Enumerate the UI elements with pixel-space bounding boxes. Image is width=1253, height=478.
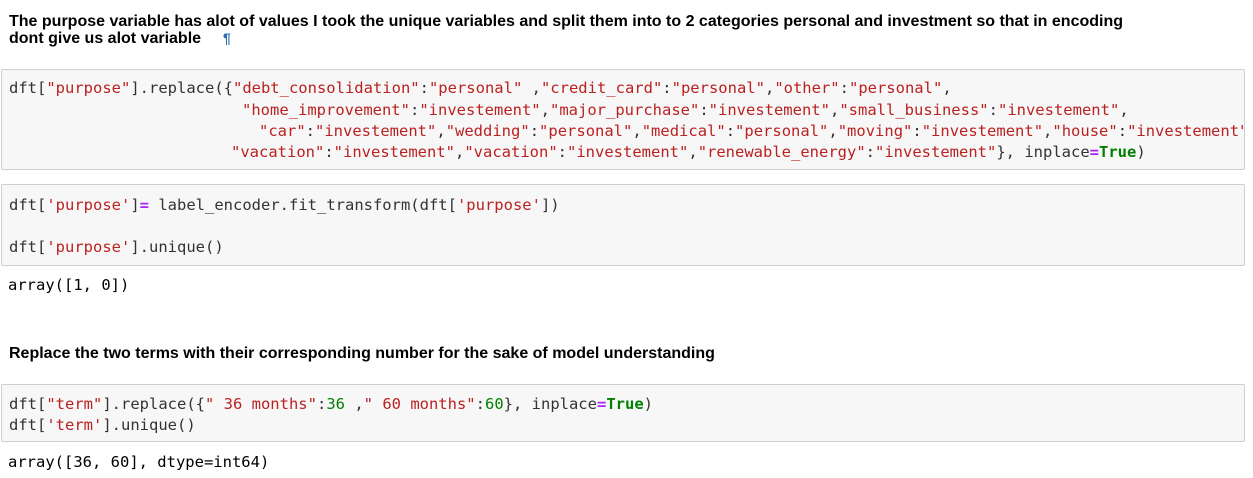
code-line-2: dft['purpose'].unique() — [9, 238, 224, 256]
anchor-link-icon[interactable]: ¶ — [223, 30, 231, 46]
code-line-2: "home_improvement":"investement","major_… — [242, 101, 1129, 119]
markdown-text-replace-terms: Replace the two terms with their corresp… — [9, 345, 715, 362]
cell-output-2: array([36, 60], dtype=int64) — [8, 453, 270, 471]
cell-output-1: array([1, 0]) — [8, 276, 130, 294]
code-cell-term-replace[interactable]: dft["term"].replace({" 36 months":36 ," … — [1, 384, 1245, 442]
code-cell-label-encoder[interactable]: dft['purpose']= label_encoder.fit_transf… — [1, 184, 1245, 266]
code-line-2: dft['term'].unique() — [9, 416, 196, 434]
markdown-text-line-2-text: dont give us alot variable — [9, 30, 202, 47]
code-line-1: dft["term"].replace({" 36 months":36 ," … — [9, 395, 653, 413]
markdown-text-line-1: The purpose variable has alot of values … — [9, 13, 1123, 30]
code-cell-purpose-replace[interactable]: dft["purpose"].replace({"debt_consolidat… — [1, 69, 1245, 170]
code-line-1: dft['purpose']= label_encoder.fit_transf… — [9, 196, 560, 214]
markdown-text-line-2: dont give us alot variable ¶ — [9, 30, 231, 47]
code-line-4: "vacation":"investement","vacation":"inv… — [231, 143, 1146, 161]
code-line-3: "car":"investement","wedding":"personal"… — [259, 122, 1245, 140]
code-line-1: dft["purpose"].replace({"debt_consolidat… — [9, 79, 952, 97]
